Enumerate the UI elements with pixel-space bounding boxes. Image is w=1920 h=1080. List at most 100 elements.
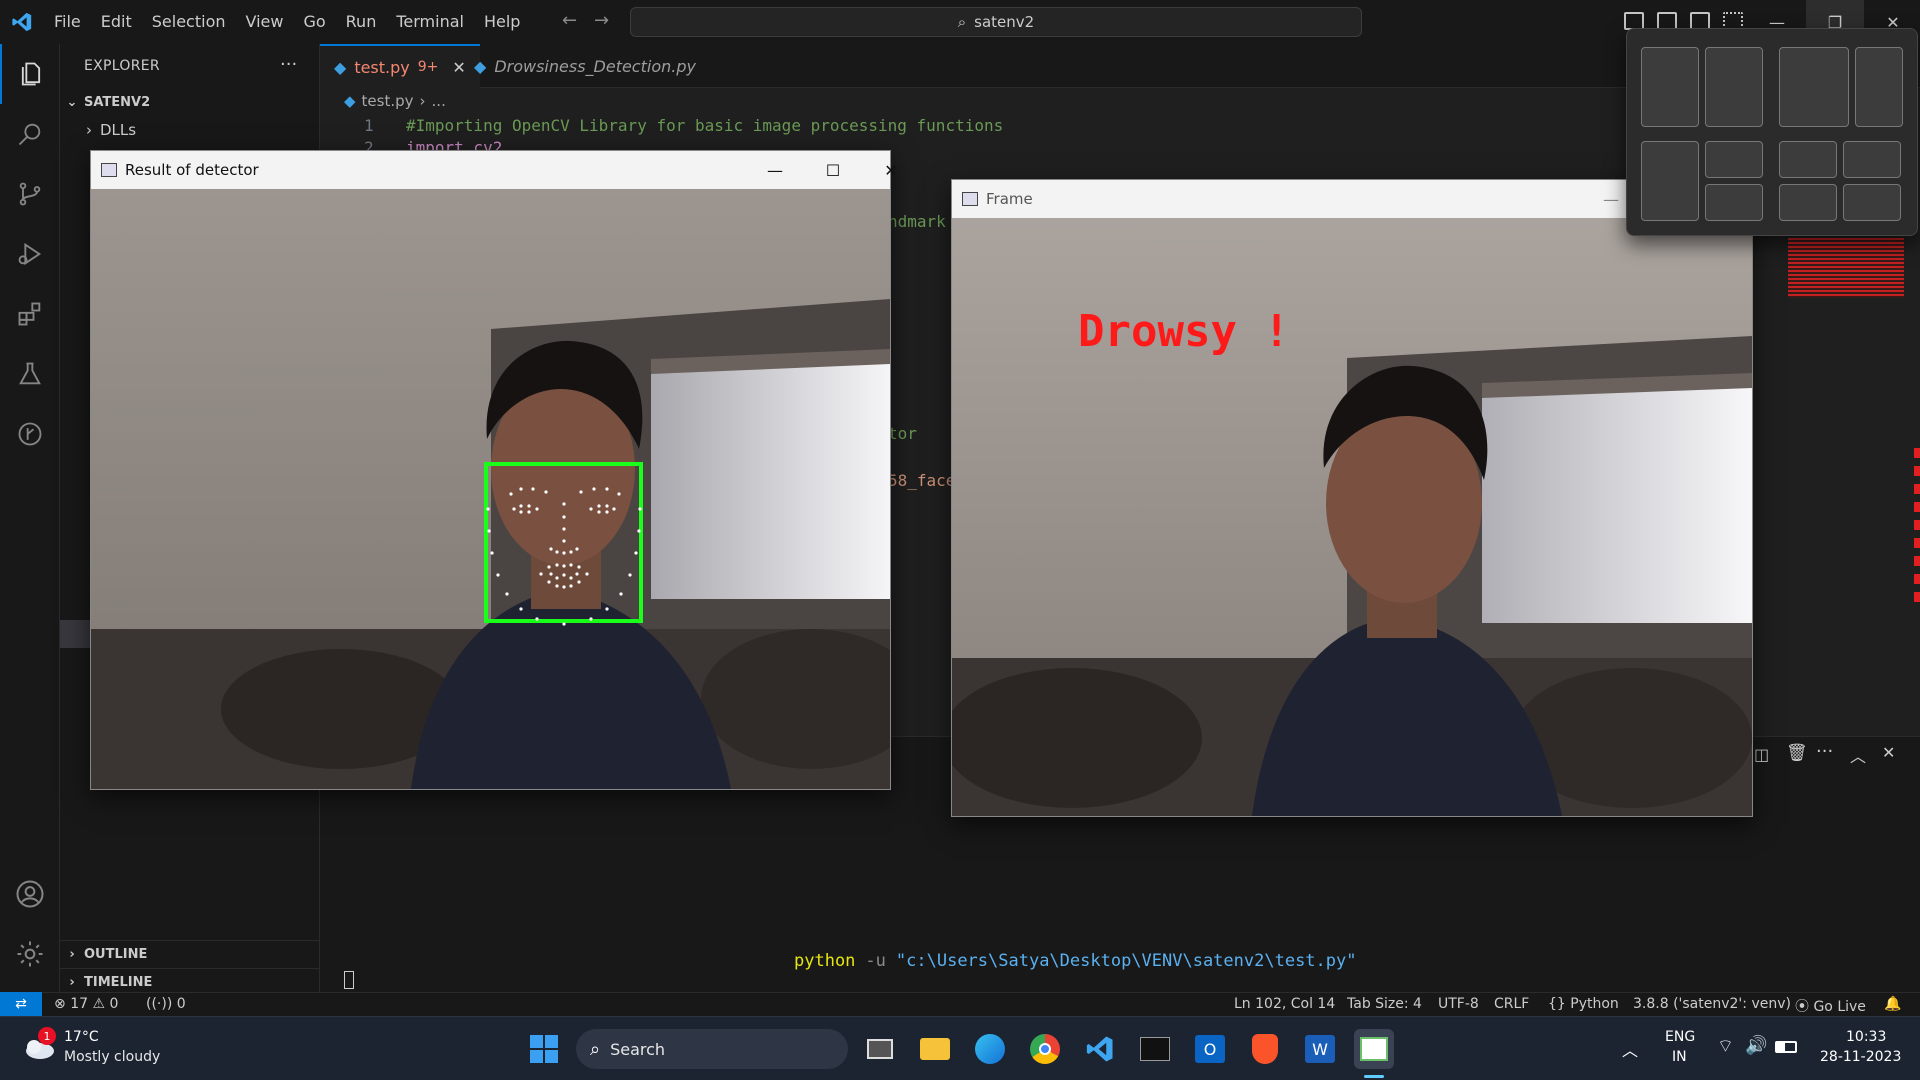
task-view-icon[interactable] <box>860 1029 900 1069</box>
maximize-icon[interactable]: ☐ <box>804 151 862 189</box>
menu-help[interactable]: Help <box>474 0 530 44</box>
split-terminal-icon[interactable]: ◫ <box>1754 745 1769 764</box>
terminal-path: "c:\Users\Satya\Desktop\VENV\satenv2\tes… <box>895 951 1357 971</box>
snap-zone[interactable] <box>1779 47 1849 127</box>
chevron-right-icon: › <box>419 92 426 110</box>
battery-icon[interactable] <box>1775 1041 1797 1053</box>
breadcrumb-rest[interactable]: ... <box>432 92 446 110</box>
snap-zone[interactable] <box>1705 141 1763 178</box>
edge-browser-icon[interactable] <box>970 1029 1010 1069</box>
menu-run[interactable]: Run <box>336 0 387 44</box>
snap-zone[interactable] <box>1641 47 1699 127</box>
minimap[interactable] <box>1788 238 1904 298</box>
line-ending[interactable]: CRLF <box>1494 996 1529 1012</box>
menu-edit[interactable]: Edit <box>91 0 142 44</box>
go-live[interactable]: ⦿ Go Live <box>1795 996 1866 1016</box>
frame-window[interactable]: Frame — Drowsy ! <box>951 179 1753 817</box>
snap-zone[interactable] <box>1855 47 1903 127</box>
tab-size[interactable]: Tab Size: 4 <box>1347 996 1422 1012</box>
file-explorer-icon[interactable] <box>915 1029 955 1069</box>
code-fragment: ndmark <box>888 212 946 231</box>
cursor-position[interactable]: Ln 102, Col 14 <box>1234 996 1335 1012</box>
detector-camera-frame <box>91 189 890 789</box>
git-graph-icon[interactable] <box>0 404 60 464</box>
snap-zone[interactable] <box>1843 184 1901 221</box>
testing-icon[interactable] <box>0 344 60 404</box>
search-icon: ⌕ <box>590 1038 601 1060</box>
snap-zone[interactable] <box>1705 47 1763 127</box>
breadcrumb-file[interactable]: test.py <box>362 92 414 110</box>
taskbar-search-box[interactable]: ⌕ Search <box>576 1029 848 1069</box>
forward-arrow-icon[interactable]: → <box>594 10 609 31</box>
more-actions-icon[interactable]: ··· <box>280 54 297 75</box>
language-mode[interactable]: {} Python <box>1548 996 1619 1012</box>
trash-icon[interactable]: 🗑 <box>1786 743 1808 763</box>
wifi-icon[interactable]: ⌔ <box>1717 1035 1734 1058</box>
vscode-taskbar-icon[interactable] <box>1080 1029 1120 1069</box>
outline-section[interactable]: › OUTLINE <box>60 940 320 968</box>
outlook-icon[interactable]: O <box>1190 1029 1230 1069</box>
extensions-icon[interactable] <box>0 284 60 344</box>
menu-go[interactable]: Go <box>293 0 335 44</box>
explorer-title: EXPLORER <box>84 58 160 74</box>
menu-view[interactable]: View <box>236 0 294 44</box>
maximize-panel-icon[interactable]: ︿ <box>1850 743 1866 767</box>
volume-icon[interactable]: 🔊 <box>1745 1035 1767 1056</box>
more-actions-icon[interactable]: ··· <box>1816 741 1833 762</box>
detector-titlebar[interactable]: Result of detector — ☐ ✕ <box>91 151 898 189</box>
minimize-icon[interactable]: — <box>746 151 804 189</box>
back-arrow-icon[interactable]: ← <box>562 10 577 31</box>
chevron-down-icon: ⌄ <box>66 94 78 110</box>
ports-status[interactable]: ((·)) 0 <box>146 996 186 1012</box>
start-windows-icon[interactable] <box>524 1029 564 1069</box>
code-line-1[interactable]: #Importing OpenCV Library for basic imag… <box>406 116 1003 135</box>
terminal-app-icon[interactable] <box>1135 1029 1175 1069</box>
weather-desc[interactable]: Mostly cloudy <box>64 1049 160 1065</box>
clock-time[interactable]: 10:33 <box>1846 1029 1886 1045</box>
remote-icon[interactable]: ⇄ <box>0 992 42 1016</box>
opencv-window-taskbar-icon[interactable] <box>1354 1029 1394 1069</box>
python-interpreter[interactable]: 3.8.8 ('satenv2': venv) <box>1633 996 1791 1012</box>
command-center-label: satenv2 <box>974 13 1035 31</box>
snap-zone[interactable] <box>1843 141 1901 178</box>
close-icon[interactable]: ✕ <box>862 151 920 189</box>
tab-test-py[interactable]: ◆ test.py 9+ ✕ <box>320 44 480 88</box>
search-label: Search <box>610 1039 666 1059</box>
python-file-icon: ◆ <box>474 56 487 76</box>
window-app-icon <box>962 192 978 206</box>
menu-terminal[interactable]: Terminal <box>386 0 474 44</box>
python-file-icon: ◆ <box>334 57 347 77</box>
explorer-icon[interactable] <box>0 44 60 104</box>
input-region[interactable]: IN <box>1672 1049 1687 1065</box>
snap-zone[interactable] <box>1705 184 1763 221</box>
terminal-command[interactable]: python -u "c:\Users\Satya\Desktop\VENV\s… <box>794 951 1356 971</box>
clock-date[interactable]: 28-11-2023 <box>1820 1049 1901 1065</box>
source-control-icon[interactable] <box>0 164 60 224</box>
braces-icon: {} <box>1548 996 1566 1012</box>
account-icon[interactable] <box>0 864 60 924</box>
encoding[interactable]: UTF-8 <box>1438 996 1479 1012</box>
weather-temp[interactable]: 17°C <box>64 1029 99 1045</box>
menu-file[interactable]: File <box>44 0 91 44</box>
snap-zone[interactable] <box>1779 141 1837 178</box>
snap-zone[interactable] <box>1779 184 1837 221</box>
command-center[interactable]: ⌕ satenv2 <box>630 7 1362 37</box>
tab-drowsiness-detection[interactable]: ◆ Drowsiness_Detection.py <box>460 44 710 88</box>
input-language[interactable]: ENG <box>1665 1029 1695 1045</box>
chrome-browser-icon[interactable] <box>1025 1029 1065 1069</box>
settings-gear-icon[interactable] <box>0 924 60 984</box>
close-panel-icon[interactable]: ✕ <box>1882 743 1895 762</box>
chevron-up-icon[interactable]: ︿ <box>1622 1037 1638 1061</box>
folder-dlls[interactable]: › DLLs <box>60 116 320 144</box>
scrollbar-error-markers[interactable] <box>1914 448 1920 608</box>
snap-zone[interactable] <box>1641 141 1699 221</box>
menu-selection[interactable]: Selection <box>142 0 236 44</box>
errors-status[interactable]: ⊗ 17 ⚠ 0 <box>54 996 118 1012</box>
search-icon[interactable] <box>0 104 60 164</box>
run-debug-icon[interactable] <box>0 224 60 284</box>
word-icon[interactable]: W <box>1300 1029 1340 1069</box>
workspace-root[interactable]: ⌄ SATENV2 <box>60 88 320 116</box>
notifications-bell-icon[interactable]: 🔔 <box>1884 996 1901 1012</box>
detector-window[interactable]: Result of detector — ☐ ✕ <box>90 150 898 790</box>
brave-browser-icon[interactable] <box>1245 1029 1285 1069</box>
